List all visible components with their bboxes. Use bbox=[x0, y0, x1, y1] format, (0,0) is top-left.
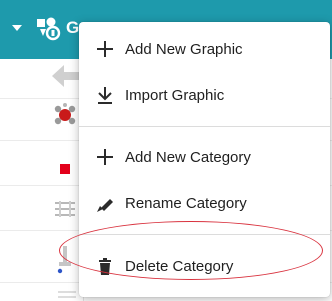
rename-category-menu-item[interactable]: Rename Category bbox=[79, 181, 330, 225]
red-square-icon[interactable] bbox=[60, 164, 70, 174]
plus-icon bbox=[94, 146, 116, 168]
delete-category-menu-item[interactable]: Delete Category bbox=[79, 244, 330, 288]
alarm-graphic-icon[interactable] bbox=[52, 102, 78, 128]
menu-separator bbox=[79, 234, 330, 235]
plus-icon bbox=[94, 38, 116, 60]
pencil-icon bbox=[94, 192, 116, 214]
grid-graphic-icon[interactable] bbox=[54, 200, 76, 218]
trash-icon bbox=[94, 255, 116, 277]
add-new-category-menu-item[interactable]: Add New Category bbox=[79, 135, 330, 179]
menu-item-label: Delete Category bbox=[125, 257, 234, 275]
menu-item-label: Import Graphic bbox=[125, 86, 225, 104]
pipe-graphic-icon[interactable] bbox=[56, 246, 74, 276]
menu-separator bbox=[79, 126, 330, 127]
context-menu: Add New Graphic Import Graphic Add New C… bbox=[79, 22, 330, 297]
menu-item-label: Rename Category bbox=[125, 194, 247, 212]
shapes-cluster-icon bbox=[37, 17, 61, 41]
graphic-thumbnail-icon[interactable] bbox=[56, 287, 78, 301]
graphics-library-panel: G Add New Graphic Import Graphic Add New… bbox=[0, 0, 332, 301]
category-name: G bbox=[66, 18, 80, 37]
caret-down-icon[interactable] bbox=[12, 23, 22, 33]
add-new-graphic-menu-item[interactable]: Add New Graphic bbox=[79, 27, 330, 71]
menu-item-label: Add New Graphic bbox=[125, 40, 243, 58]
menu-item-label: Add New Category bbox=[125, 148, 251, 166]
arrow-left-icon[interactable] bbox=[50, 62, 82, 90]
download-icon bbox=[94, 84, 116, 106]
import-graphic-menu-item[interactable]: Import Graphic bbox=[79, 73, 330, 117]
